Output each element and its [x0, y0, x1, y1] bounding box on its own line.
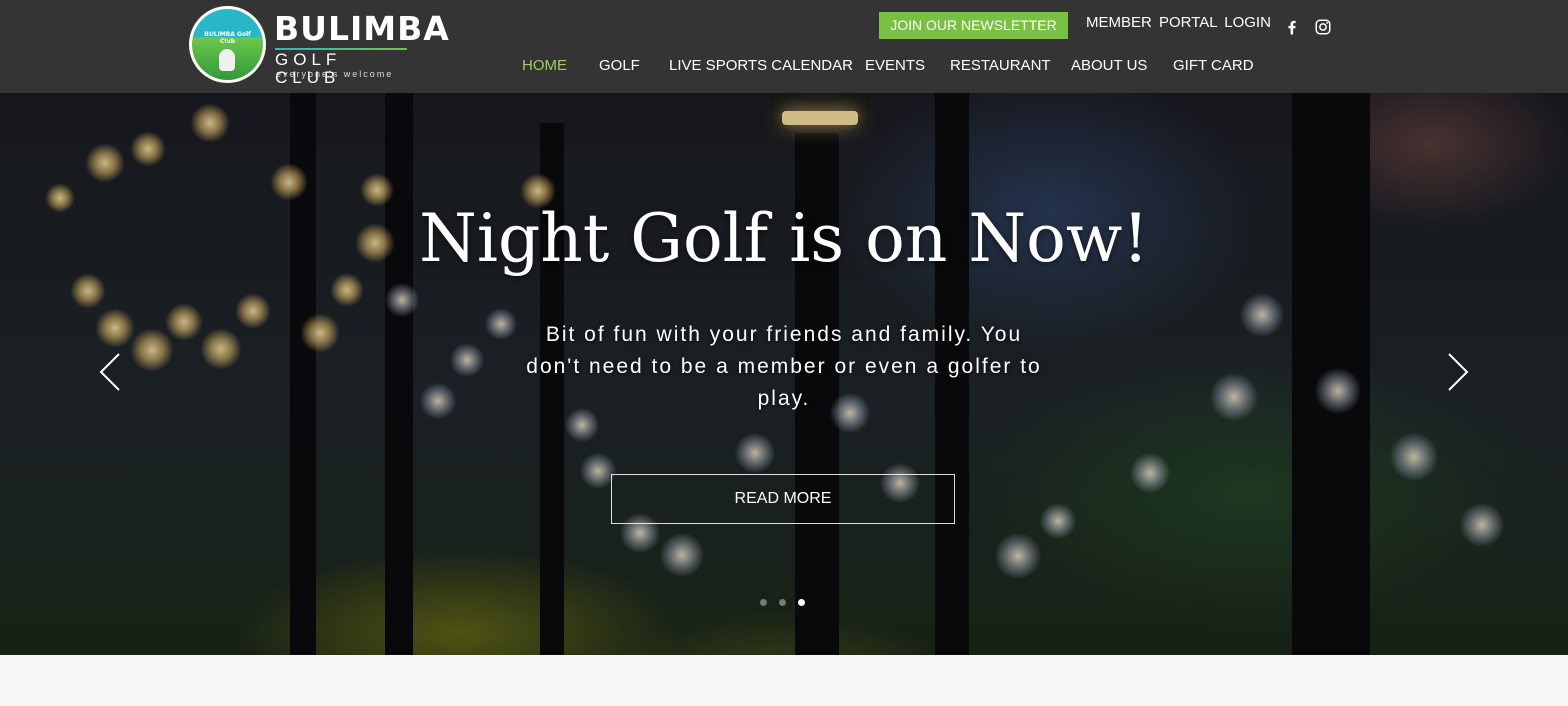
member-portal-login-link[interactable]: MEMBER PORTAL LOGIN — [1086, 14, 1271, 32]
nav-item-about-us[interactable]: ABOUT US — [1071, 56, 1173, 76]
nav-item-home[interactable]: HOME — [522, 56, 599, 76]
main-nav: HOME GOLF LIVE SPORTS CALENDAR EVENTS RE… — [522, 56, 1263, 76]
chevron-left-icon[interactable] — [97, 351, 123, 393]
read-more-button[interactable]: READ MORE — [611, 474, 955, 524]
slide-dot[interactable] — [779, 599, 786, 606]
nav-item-golf[interactable]: GOLF — [599, 56, 669, 76]
hero-subtitle: Bit of fun with your friends and family.… — [526, 323, 1042, 410]
chevron-right-icon[interactable] — [1445, 351, 1471, 393]
nav-item-events[interactable]: EVENTS — [865, 56, 950, 76]
logo-badge-text: BULIMBA Golf Club — [204, 31, 251, 45]
logo-name: BULIMBA — [274, 9, 450, 48]
nav-item-live-sports-calendar[interactable]: LIVE SPORTS CALENDAR — [669, 56, 865, 76]
logo-tagline: everyone's welcome — [276, 69, 394, 79]
site-logo[interactable]: BULIMBA Golf Club BULIMBA GOLF CLUB ever… — [189, 6, 449, 87]
logo-badge: BULIMBA Golf Club — [189, 6, 266, 83]
join-newsletter-button[interactable]: JOIN OUR NEWSLETTER — [879, 12, 1068, 39]
slide-dot[interactable] — [760, 599, 767, 606]
nav-item-restaurant[interactable]: RESTAURANT — [950, 56, 1071, 76]
slide-dot[interactable] — [798, 599, 805, 606]
site-header: BULIMBA Golf Club BULIMBA GOLF CLUB ever… — [0, 0, 1568, 93]
facebook-icon[interactable] — [1283, 18, 1301, 36]
hero-title: Night Golf is on Now! — [419, 200, 1149, 277]
instagram-icon[interactable] — [1314, 18, 1332, 36]
hero-slideshow: Night Golf is on Now! Bit of fun with yo… — [0, 93, 1568, 655]
slide-indicator — [760, 599, 805, 606]
nav-item-gift-card[interactable]: GIFT CARD — [1173, 56, 1263, 76]
page-body — [0, 655, 1568, 706]
golfer-icon — [219, 49, 235, 71]
